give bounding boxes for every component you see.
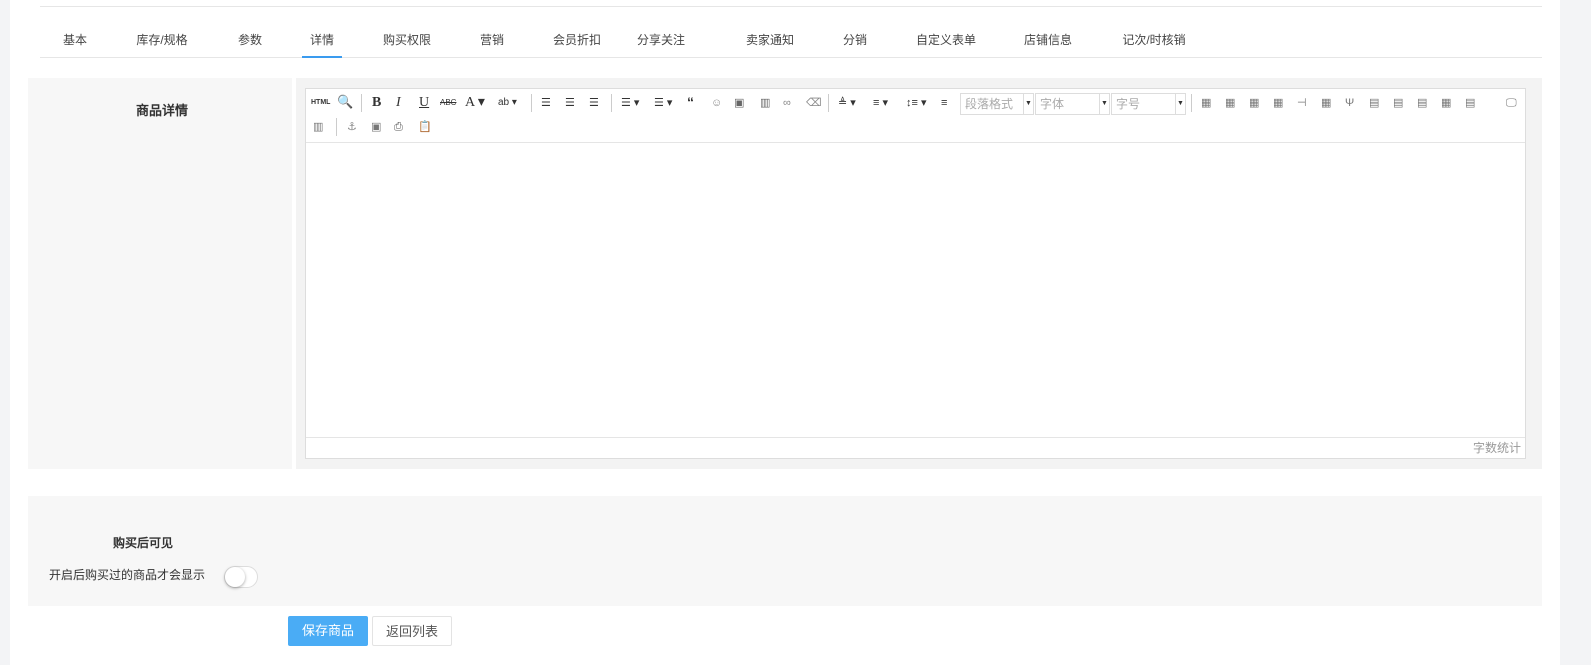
- tab-details[interactable]: 详情: [301, 28, 343, 58]
- indent-icon[interactable]: ≡: [941, 95, 947, 111]
- editor-toolbar: HTML 🔍 B I U ABC A ▾ ab ▾ ☰ ☰ ☰ ☰ ▾ ☰ ▾ …: [306, 89, 1525, 143]
- anchor-icon[interactable]: ⚓: [347, 119, 357, 135]
- separator: [1191, 94, 1192, 112]
- separator: [828, 94, 829, 112]
- tab-member-discount[interactable]: 会员折扣: [553, 28, 601, 58]
- rich-text-editor: HTML 🔍 B I U ABC A ▾ ab ▾ ☰ ☰ ☰ ☰ ▾ ☰ ▾ …: [305, 88, 1526, 459]
- insert-table-icon[interactable]: ▦: [1201, 95, 1211, 111]
- delete-col-icon[interactable]: ▦: [1321, 95, 1331, 111]
- insert-row-icon[interactable]: ▦: [1273, 95, 1283, 111]
- font-size-select[interactable]: 字号 ▼: [1111, 93, 1186, 115]
- print-icon[interactable]: ⎙: [394, 119, 403, 135]
- split-cells-icon[interactable]: ▦: [1441, 95, 1451, 111]
- line-height-icon[interactable]: ↕≡ ▾: [906, 95, 927, 111]
- paste-icon[interactable]: 📋: [418, 119, 432, 135]
- preview-icon[interactable]: 🔍: [337, 94, 353, 110]
- paragraph-spacing-bottom-icon[interactable]: ≡ ▾: [873, 95, 888, 111]
- purchase-visible-toggle[interactable]: [224, 566, 258, 588]
- merge-cells-icon[interactable]: ▤: [1369, 95, 1379, 111]
- bold-icon[interactable]: B: [372, 95, 381, 111]
- word-count: 字数统计: [306, 437, 1525, 458]
- eraser-icon[interactable]: ⌫: [806, 95, 822, 111]
- purchase-visible-section: 购买后可见 开启后购买过的商品才会显示: [28, 496, 1542, 606]
- paragraph-spacing-top-icon[interactable]: ≜ ▾: [838, 95, 856, 111]
- tab-basic[interactable]: 基本: [63, 28, 87, 58]
- font-family-select[interactable]: 字体 ▼: [1035, 93, 1110, 115]
- detail-section: 商品详情 HTML 🔍 B I U ABC A ▾ ab ▾ ☰ ☰ ☰ ☰ ▾…: [28, 78, 1542, 469]
- unordered-list-icon[interactable]: ☰ ▾: [654, 95, 672, 111]
- divider: [40, 6, 1542, 7]
- strikethrough-icon[interactable]: ABC: [440, 95, 456, 111]
- insert-frame-icon[interactable]: ▣: [371, 119, 381, 135]
- split-rows-icon[interactable]: ▤: [1465, 95, 1475, 111]
- main-panel: 基本 库存/规格 参数 详情 购买权限 营销 会员折扣 分享关注 卖家通知 分销…: [10, 0, 1560, 665]
- font-family-placeholder: 字体: [1040, 97, 1065, 111]
- emoji-icon[interactable]: ☺: [711, 95, 722, 111]
- align-right-icon[interactable]: ☰: [589, 95, 599, 111]
- separator: [531, 94, 532, 112]
- tab-seller-notice[interactable]: 卖家通知: [746, 28, 794, 58]
- separator: [611, 94, 612, 112]
- tab-purchase-permission[interactable]: 购买权限: [383, 28, 431, 58]
- chevron-down-icon: ▼: [1175, 94, 1185, 114]
- toggle-knob: [225, 567, 245, 587]
- video-icon[interactable]: ▥: [760, 95, 770, 111]
- chevron-down-icon: ▼: [1099, 94, 1109, 114]
- tab-marketing[interactable]: 营销: [480, 28, 504, 58]
- highlight-icon[interactable]: ab ▾: [498, 95, 517, 111]
- tab-params[interactable]: 参数: [238, 28, 262, 58]
- tab-stock-spec[interactable]: 库存/规格: [136, 28, 187, 58]
- save-button[interactable]: 保存商品: [288, 616, 368, 646]
- ordered-list-icon[interactable]: ☰ ▾: [621, 95, 639, 111]
- separator: [336, 118, 337, 136]
- insert-caption-icon[interactable]: ▦: [1249, 95, 1259, 111]
- italic-icon[interactable]: I: [396, 95, 401, 111]
- paragraph-format-placeholder: 段落格式: [965, 97, 1014, 111]
- align-left-icon[interactable]: ☰: [541, 95, 551, 111]
- blockquote-icon[interactable]: “: [687, 94, 694, 110]
- tab-verification[interactable]: 记次/时核销: [1122, 28, 1185, 58]
- split-icon[interactable]: Ψ: [1345, 95, 1354, 111]
- editor-content[interactable]: [306, 144, 1525, 439]
- font-size-placeholder: 字号: [1116, 97, 1141, 111]
- merge-down-icon[interactable]: ▤: [1417, 95, 1427, 111]
- insert-col-icon[interactable]: ⊣: [1297, 95, 1307, 111]
- align-center-icon[interactable]: ☰: [565, 95, 575, 111]
- underline-icon[interactable]: U: [419, 95, 429, 111]
- detail-label: 商品详情: [136, 103, 189, 118]
- tab-custom-form[interactable]: 自定义表单: [916, 28, 976, 58]
- merge-right-icon[interactable]: ▤: [1393, 95, 1403, 111]
- delete-table-icon[interactable]: ▦: [1225, 95, 1235, 111]
- chevron-down-icon: ▼: [1023, 94, 1033, 114]
- tab-bar: 基本 库存/规格 参数 详情 购买权限 营销 会员折扣 分享关注 卖家通知 分销…: [40, 28, 1542, 58]
- editor-wrapper: HTML 🔍 B I U ABC A ▾ ab ▾ ☰ ☰ ☰ ☰ ▾ ☰ ▾ …: [292, 78, 1542, 469]
- image-icon[interactable]: ▣: [734, 95, 744, 111]
- back-to-list-button[interactable]: 返回列表: [372, 616, 452, 646]
- purchase-visible-label: 购买后可见: [113, 536, 174, 550]
- purchase-visible-description: 开启后购买过的商品才会显示: [49, 568, 206, 582]
- tab-distribution[interactable]: 分销: [843, 28, 867, 58]
- fullscreen-icon[interactable]: 🖵: [1506, 95, 1517, 111]
- tab-share[interactable]: 分享关注: [637, 28, 685, 58]
- split-cols-icon[interactable]: ▥: [313, 119, 323, 135]
- html-icon[interactable]: HTML: [311, 95, 330, 111]
- tab-store-info[interactable]: 店铺信息: [1024, 28, 1072, 58]
- font-color-icon[interactable]: A ▾: [465, 95, 485, 111]
- paragraph-format-select[interactable]: 段落格式 ▼: [960, 93, 1034, 115]
- separator: [361, 94, 362, 112]
- link-icon[interactable]: ∞: [783, 95, 791, 111]
